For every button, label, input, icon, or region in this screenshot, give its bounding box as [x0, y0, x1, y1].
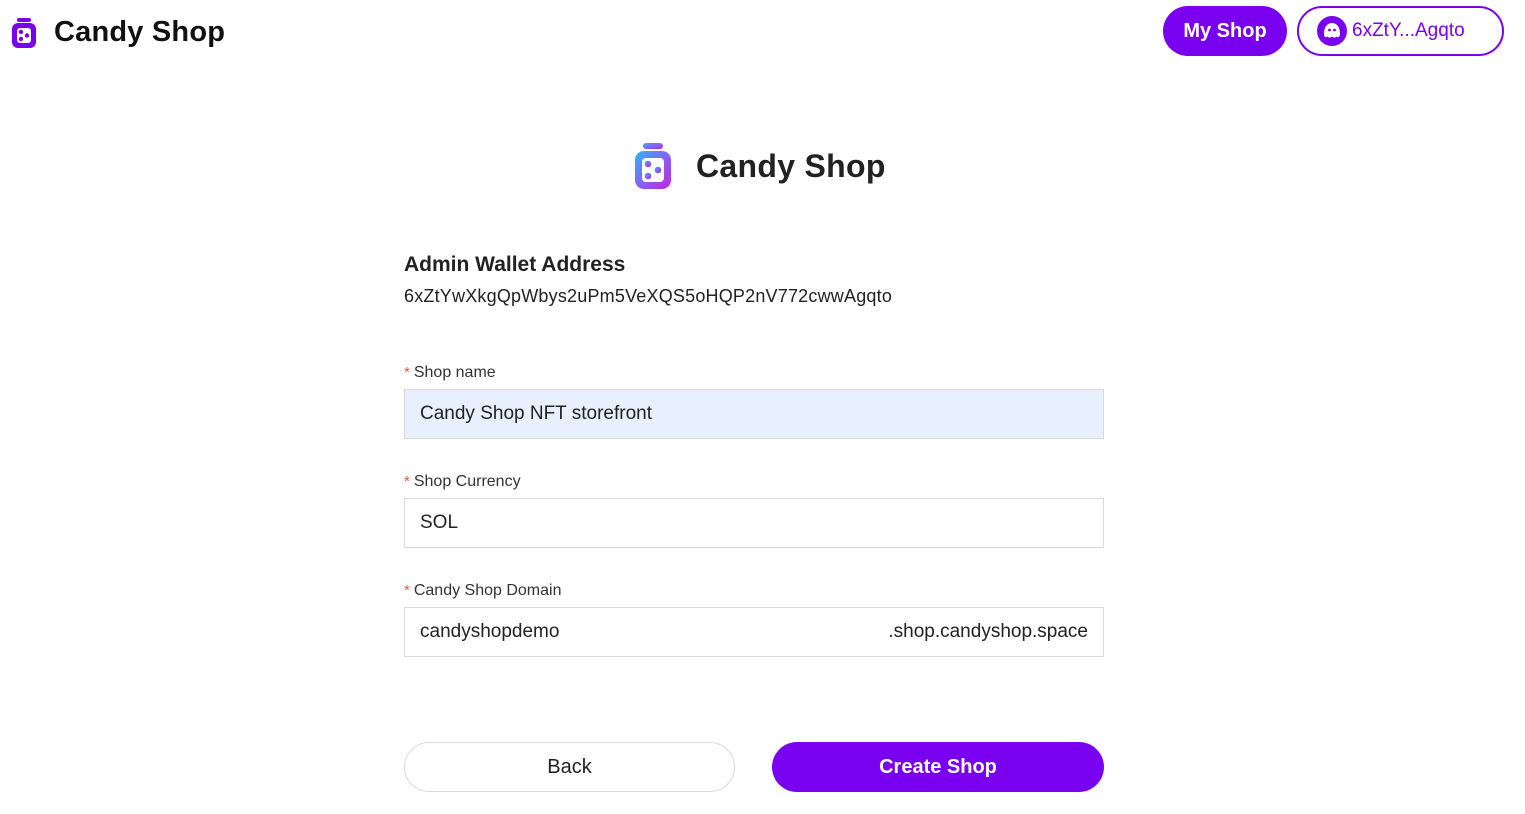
- shop-currency-label: * Shop Currency: [404, 472, 1104, 492]
- shop-name-value: Candy Shop NFT storefront: [420, 403, 652, 424]
- create-shop-button[interactable]: Create Shop: [772, 742, 1104, 792]
- top-header: Candy Shop My Shop 6xZtY...Agqto: [0, 0, 1525, 64]
- shop-currency-label-text: Shop Currency: [413, 473, 521, 490]
- brand-title: Candy Shop: [54, 16, 226, 48]
- required-mark: *: [404, 473, 410, 490]
- candy-jar-gradient-icon: [635, 143, 671, 189]
- hero-logo: Candy Shop: [633, 142, 886, 190]
- brand[interactable]: Candy Shop: [10, 16, 225, 49]
- shop-domain-suffix: .shop.candyshop.space: [888, 621, 1088, 642]
- create-shop-form: Admin Wallet Address 6xZtYwXkgQpWbys2uPm…: [404, 250, 1104, 657]
- candy-jar-icon: [12, 17, 36, 48]
- ghost-avatar-icon: [1317, 16, 1347, 46]
- shop-name-input[interactable]: Candy Shop NFT storefront: [404, 389, 1104, 439]
- required-mark: *: [404, 364, 410, 381]
- required-mark: *: [404, 582, 410, 599]
- my-shop-button[interactable]: My Shop: [1163, 6, 1287, 56]
- hero-title: Candy Shop: [696, 147, 886, 184]
- shop-currency-input[interactable]: SOL: [404, 498, 1104, 548]
- shop-name-label: * Shop name: [404, 363, 1104, 383]
- wallet-button[interactable]: 6xZtY...Agqto: [1297, 6, 1504, 56]
- admin-wallet-address: 6xZtYwXkgQpWbys2uPm5VeXQS5oHQP2nV772cwwA…: [404, 286, 893, 306]
- shop-domain-label: * Candy Shop Domain: [404, 581, 1104, 601]
- wallet-address-short: 6xZtY...Agqto: [1352, 20, 1465, 41]
- shop-domain-input[interactable]: candyshopdemo .shop.candyshop.space: [404, 607, 1104, 657]
- shop-currency-value: SOL: [420, 512, 459, 533]
- shop-name-label-text: Shop name: [413, 364, 496, 381]
- back-button[interactable]: Back: [404, 742, 735, 792]
- shop-domain-value: candyshopdemo: [420, 621, 560, 642]
- shop-domain-label-text: Candy Shop Domain: [413, 582, 562, 599]
- admin-wallet-title: Admin Wallet Address: [404, 253, 626, 276]
